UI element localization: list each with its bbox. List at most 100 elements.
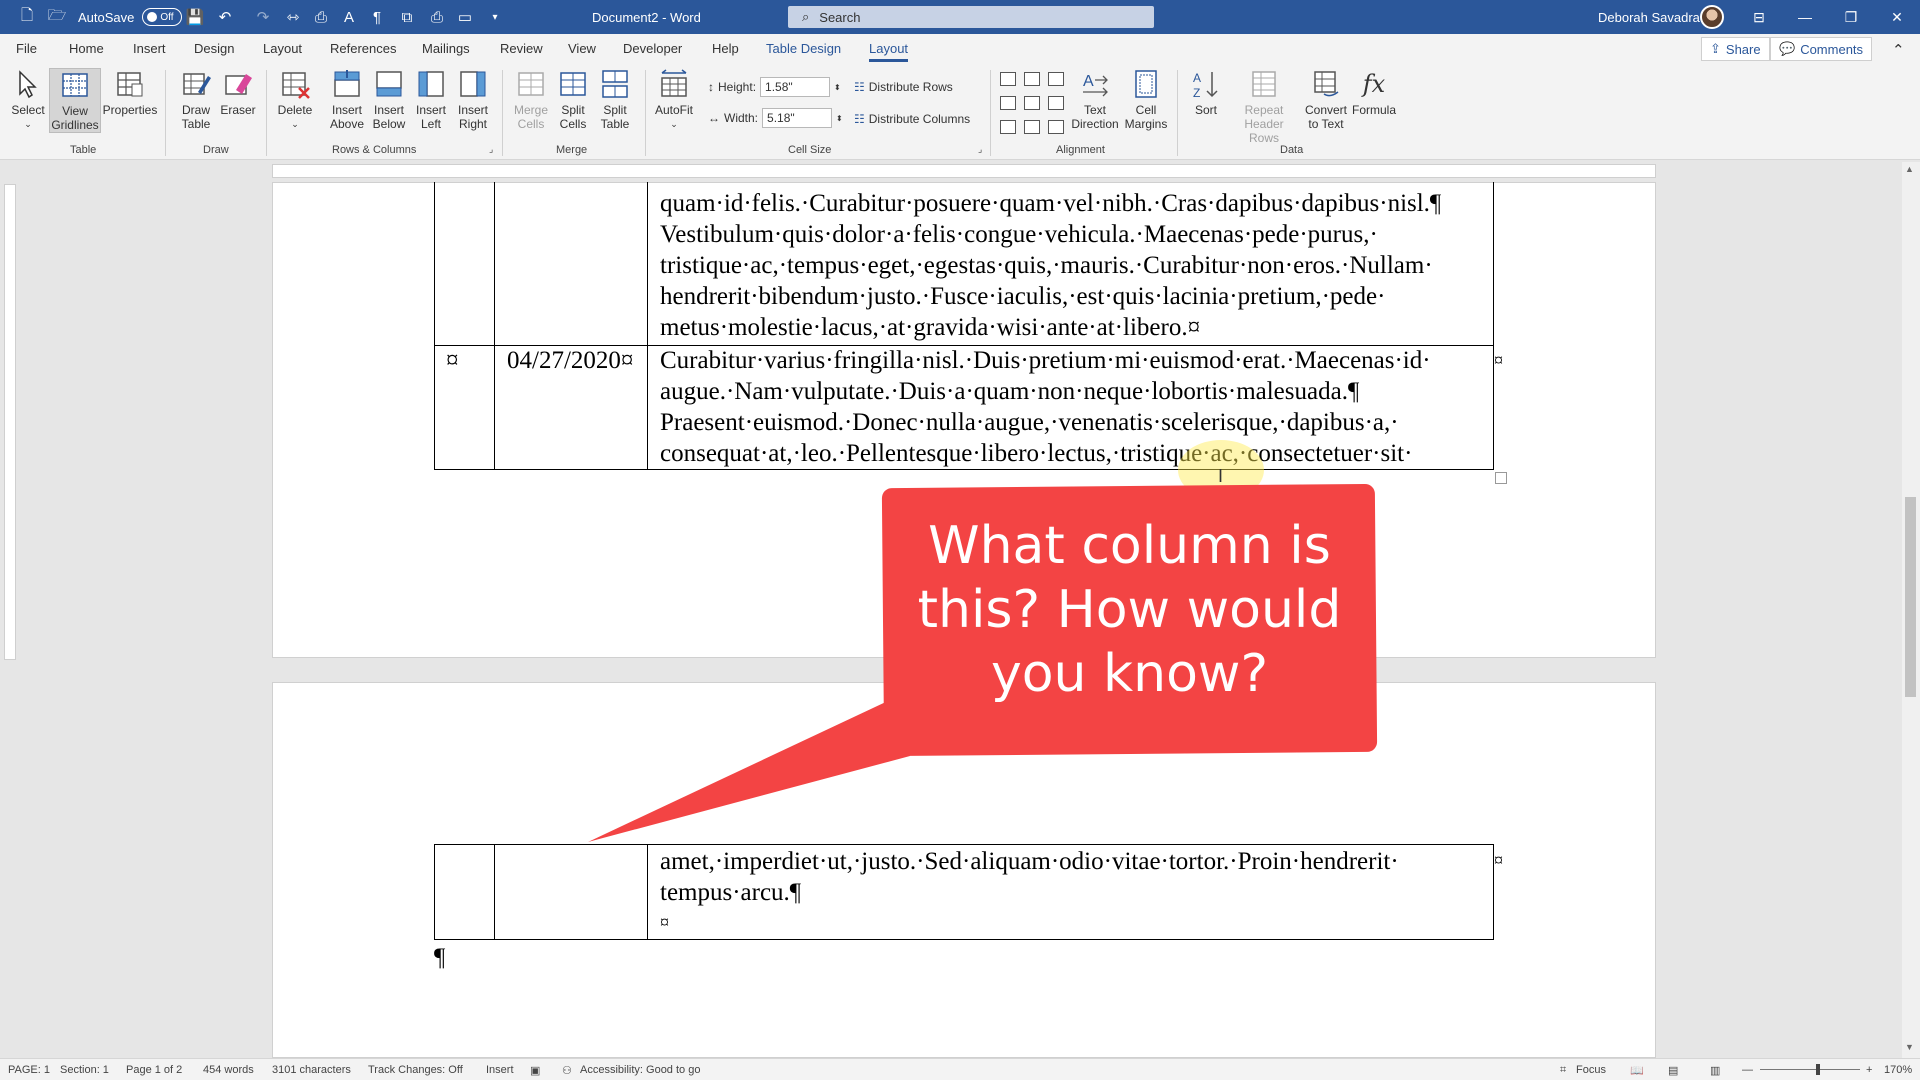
zoom-slider[interactable] xyxy=(1760,1069,1860,1070)
status-section[interactable]: Section: 1 xyxy=(60,1064,109,1076)
align-bottom-center-icon[interactable] xyxy=(1024,120,1040,134)
vertical-ruler[interactable] xyxy=(4,184,16,660)
status-insert-mode[interactable]: Insert xyxy=(486,1064,514,1076)
tab-home[interactable]: Home xyxy=(69,41,104,56)
font-icon[interactable]: A xyxy=(336,0,362,34)
web-layout-icon[interactable]: ▥ xyxy=(1710,1064,1720,1077)
copy-icon[interactable]: ⧉ xyxy=(394,0,420,34)
repeat-header-rows-button[interactable]: Repeat Header Rows xyxy=(1228,68,1300,145)
select-button[interactable]: Select ⌄ xyxy=(10,68,46,131)
avatar[interactable] xyxy=(1700,0,1724,34)
print-preview-icon[interactable]: ⎙ xyxy=(424,0,450,34)
zoom-out-icon[interactable]: — xyxy=(1742,1064,1753,1076)
height-input[interactable]: 1.58" xyxy=(760,77,831,97)
align-center-icon[interactable] xyxy=(1024,96,1040,110)
tab-file[interactable]: File xyxy=(16,41,37,56)
ribbon-display-icon[interactable]: ⊟ xyxy=(1736,0,1782,34)
sort-button[interactable]: AZ Sort xyxy=(1186,68,1226,117)
align-top-left-icon[interactable] xyxy=(1000,72,1016,86)
paragraph-icon[interactable]: ¶ xyxy=(364,0,390,34)
window-icon[interactable]: ▭ xyxy=(452,0,478,34)
tab-mailings[interactable]: Mailings xyxy=(422,41,470,56)
distribute-rows-button[interactable]: ☷ Distribute Rows xyxy=(854,80,953,94)
text-direction-button[interactable]: A Text Direction xyxy=(1070,68,1120,131)
status-zoom[interactable]: 170% xyxy=(1884,1064,1912,1076)
tab-layout[interactable]: Layout xyxy=(263,41,302,56)
scroll-down-icon[interactable]: ▼ xyxy=(1905,1042,1914,1052)
row2-text-line-3[interactable]: Praesent·euismod.·Donec·nulla·augue,·ven… xyxy=(660,407,1399,438)
row1-text-line-3[interactable]: tristique·ac,·tempus·eget,·egestas·quis,… xyxy=(660,250,1433,281)
autosave-control[interactable]: AutoSave Off xyxy=(78,0,183,34)
align-bottom-right-icon[interactable] xyxy=(1048,120,1064,134)
tab-references[interactable]: References xyxy=(330,41,396,56)
macro-record-icon[interactable]: ▣ xyxy=(530,1064,540,1077)
align-center-right-icon[interactable] xyxy=(1048,96,1064,110)
split-cells-button[interactable]: Split Cells xyxy=(552,68,594,131)
focus-icon[interactable]: ⌗ xyxy=(1560,1064,1566,1077)
tab-table-layout[interactable]: Layout xyxy=(869,41,909,62)
width-spinner-icon[interactable]: ⬍ xyxy=(836,114,843,123)
status-page-of[interactable]: Page 1 of 2 xyxy=(126,1064,182,1076)
collapse-ribbon-icon[interactable]: ⌃ xyxy=(1892,41,1905,59)
row2-text-line-1[interactable]: Curabitur·varius·fringilla·nisl.·Duis·pr… xyxy=(660,345,1431,376)
draw-table-button[interactable]: Draw Table xyxy=(176,68,216,131)
tab-insert[interactable]: Insert xyxy=(133,41,166,56)
undo-icon[interactable]: ↶ xyxy=(212,0,238,34)
cell-size-launcher-icon[interactable]: ⌟ xyxy=(978,144,982,155)
redo-icon[interactable]: ↷ xyxy=(250,0,276,34)
file-icon[interactable]: 🗋 xyxy=(14,0,40,34)
resize-icon[interactable]: ⇿ xyxy=(280,0,306,34)
align-center-left-icon[interactable] xyxy=(1000,96,1016,110)
row2-date-cell[interactable]: 04/27/2020¤ xyxy=(507,345,633,376)
status-accessibility[interactable]: Accessibility: Good to go xyxy=(580,1064,700,1076)
insert-left-button[interactable]: Insert Left xyxy=(410,68,452,131)
open-icon[interactable]: 🗁 xyxy=(44,0,70,34)
tab-table-design[interactable]: Table Design xyxy=(766,41,841,56)
horizontal-ruler[interactable] xyxy=(272,164,1656,178)
insert-right-button[interactable]: Insert Right xyxy=(452,68,494,131)
height-spinner-icon[interactable]: ⬍ xyxy=(834,83,841,92)
view-gridlines-button[interactable]: View Gridlines xyxy=(49,68,101,133)
convert-to-text-button[interactable]: Convert to Text xyxy=(1302,68,1350,131)
user-name[interactable]: Deborah Savadra xyxy=(1598,0,1700,34)
zoom-in-icon[interactable]: + xyxy=(1866,1064,1872,1076)
align-bottom-left-icon[interactable] xyxy=(1000,120,1016,134)
minimize-icon[interactable]: — xyxy=(1782,0,1828,34)
insert-above-button[interactable]: Insert Above xyxy=(326,68,368,131)
share-button[interactable]: ⇪ Share xyxy=(1701,37,1770,61)
comments-button[interactable]: 💬 Comments xyxy=(1770,37,1873,61)
status-words[interactable]: 454 words xyxy=(203,1064,254,1076)
status-page[interactable]: PAGE: 1 xyxy=(8,1064,50,1076)
page2-text-line-1[interactable]: amet,·imperdiet·ut,·justo.·Sed·aliquam·o… xyxy=(660,846,1399,877)
row1-text-line-4[interactable]: hendrerit·bibendum·justo.·Fusce·iaculis,… xyxy=(660,281,1385,312)
read-mode-icon[interactable]: 📖 xyxy=(1630,1064,1644,1077)
customize-qat-icon[interactable]: ▾ xyxy=(482,0,508,34)
status-focus[interactable]: Focus xyxy=(1576,1064,1606,1076)
page2-text-line-2[interactable]: tempus·arcu.¶ xyxy=(660,877,801,908)
width-input[interactable]: 5.18" xyxy=(762,108,833,128)
scrollbar-thumb[interactable] xyxy=(1905,497,1916,697)
row1-text-line-5[interactable]: metus·molestie·lacus,·at·gravida·wisi·an… xyxy=(660,312,1200,343)
cell-margins-button[interactable]: Cell Margins xyxy=(1122,68,1170,131)
align-top-center-icon[interactable] xyxy=(1024,72,1040,86)
rows-columns-launcher-icon[interactable]: ⌟ xyxy=(489,144,493,155)
formula-button[interactable]: fx Formula xyxy=(1350,68,1398,117)
close-icon[interactable]: ✕ xyxy=(1874,0,1920,34)
autosave-toggle[interactable]: Off xyxy=(142,8,183,26)
row2-text-line-4[interactable]: consequat·at,·leo.·Pellentesque·libero·l… xyxy=(660,438,1412,469)
row2-text-line-2[interactable]: augue.·Nam·vulputate.·Duis·a·quam·non·ne… xyxy=(660,376,1359,407)
autofit-button[interactable]: AutoFit ⌄ xyxy=(652,68,696,131)
insert-below-button[interactable]: Insert Below xyxy=(368,68,410,131)
row1-text-line-2[interactable]: Vestibulum·quis·dolor·a·felis·congue·veh… xyxy=(660,219,1378,250)
merge-cells-button[interactable]: Merge Cells xyxy=(510,68,552,131)
distribute-columns-button[interactable]: ☷ Distribute Columns xyxy=(854,112,970,126)
table-resize-handle[interactable] xyxy=(1495,472,1507,484)
tab-view[interactable]: View xyxy=(568,41,596,56)
tab-developer[interactable]: Developer xyxy=(623,41,682,56)
restore-icon[interactable]: ❐ xyxy=(1828,0,1874,34)
scroll-up-icon[interactable]: ▲ xyxy=(1905,164,1914,174)
save-icon[interactable]: 💾 xyxy=(182,0,208,34)
split-table-button[interactable]: Split Table xyxy=(594,68,636,131)
tab-help[interactable]: Help xyxy=(712,41,739,56)
status-track-changes[interactable]: Track Changes: Off xyxy=(368,1064,463,1076)
